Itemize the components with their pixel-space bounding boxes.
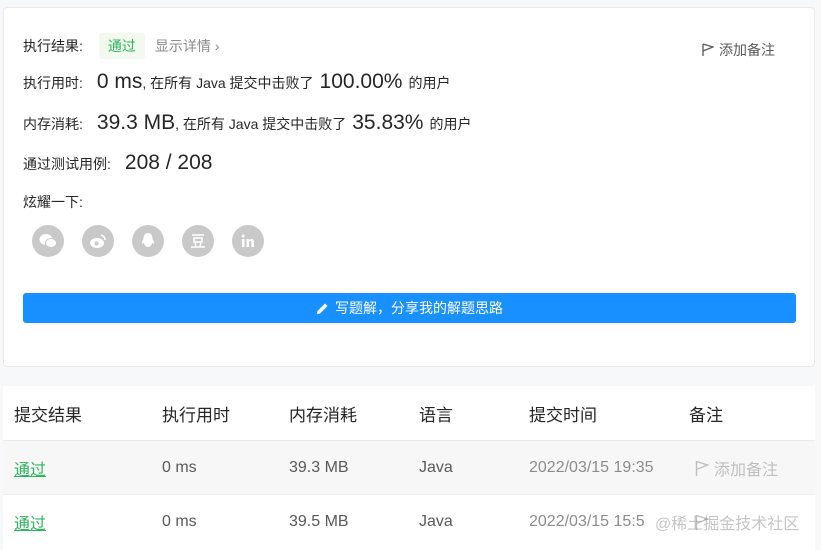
runtime-value: 0 ms [96, 70, 143, 93]
table-row: 通过 0 ms 39.3 MB Java 2022/03/15 19:35 添加… [3, 440, 815, 494]
flag-icon [695, 460, 709, 476]
row-memory: 39.5 MB [289, 513, 349, 530]
share-label: 炫耀一下: [23, 194, 83, 210]
add-note-label: 添加备注 [719, 42, 775, 58]
share-row: 炫耀一下: [23, 192, 83, 212]
header-status: 提交结果 [14, 405, 82, 425]
memory-suffix: 的用户 [429, 116, 472, 132]
memory-percent: 35.83% [352, 111, 424, 134]
row-memory: 39.3 MB [289, 459, 349, 476]
tests-label: 通过测试用例: [23, 156, 111, 172]
row-runtime: 0 ms [162, 513, 197, 530]
result-row: 执行结果: 通过 显示详情 › [23, 33, 219, 59]
header-memory: 内存消耗 [289, 405, 357, 425]
row-status-link[interactable]: 通过 [14, 441, 46, 495]
row-language: Java [419, 513, 453, 530]
share-icons [32, 225, 264, 257]
runtime-suffix: 的用户 [408, 75, 451, 91]
row-status-link[interactable]: 通过 [14, 495, 46, 549]
wechat-icon[interactable] [32, 225, 64, 257]
runtime-label: 执行用时: [23, 75, 83, 91]
write-solution-label: 写题解，分享我的解题思路 [335, 300, 503, 316]
qq-icon[interactable] [132, 225, 164, 257]
add-note-button[interactable]: 添加备注 [702, 40, 775, 60]
memory-label: 内存消耗: [23, 116, 83, 132]
header-note: 备注 [689, 405, 723, 425]
show-details-link[interactable]: 显示详情 › [155, 36, 220, 56]
row-time: 2022/03/15 15:5 [529, 513, 645, 530]
runtime-percent: 100.00% [319, 70, 403, 93]
memory-beat-text: , 在所有 Java 提交中击败了 [175, 116, 347, 132]
memory-value: 39.3 MB [96, 111, 176, 134]
status-badge: 通过 [98, 33, 145, 59]
row-time: 2022/03/15 19:35 [529, 459, 654, 476]
row-language: Java [419, 459, 453, 476]
douban-icon[interactable] [182, 225, 214, 257]
flag-icon [702, 43, 714, 56]
header-runtime: 执行用时 [162, 405, 230, 425]
result-card: 执行结果: 通过 显示详情 › 添加备注 执行用时: 0 ms , 在所有 Ja… [3, 7, 815, 367]
table-header: 提交结果 执行用时 内存消耗 语言 提交时间 备注 [3, 386, 815, 440]
write-solution-button[interactable]: 写题解，分享我的解题思路 [23, 293, 796, 323]
runtime-beat-text: , 在所有 Java 提交中击败了 [142, 75, 314, 91]
linkedin-icon[interactable] [232, 225, 264, 257]
header-time: 提交时间 [529, 405, 597, 425]
header-language: 语言 [419, 405, 453, 425]
result-label: 执行结果: [23, 38, 83, 54]
row-add-note-button[interactable]: 添加备注 [695, 441, 778, 495]
row-add-note-label: 添加备注 [714, 462, 779, 479]
pencil-icon [317, 303, 328, 314]
memory-row: 内存消耗: 39.3 MB , 在所有 Java 提交中击败了 35.83% 的… [23, 111, 471, 135]
tests-value: 208 / 208 [124, 151, 213, 174]
weibo-icon[interactable] [82, 225, 114, 257]
runtime-row: 执行用时: 0 ms , 在所有 Java 提交中击败了 100.00% 的用户 [23, 70, 450, 94]
row-runtime: 0 ms [162, 459, 197, 476]
tests-row: 通过测试用例: 208 / 208 [23, 151, 212, 175]
watermark: @稀土掘金技术社区 [655, 516, 800, 533]
